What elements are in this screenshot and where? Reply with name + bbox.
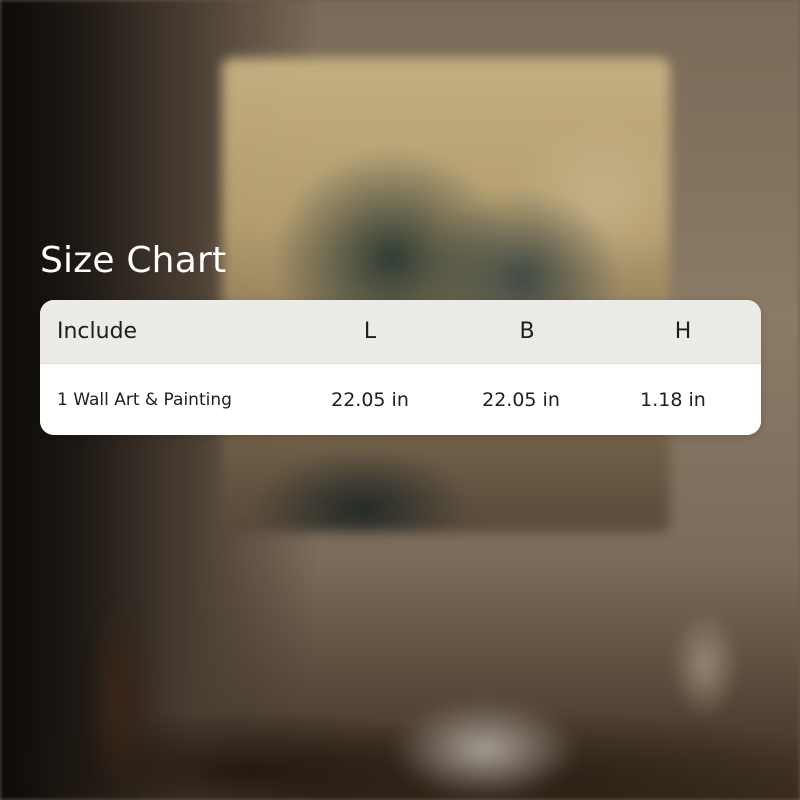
background-painting xyxy=(222,58,670,532)
size-chart-table: Include L B H 1 Wall Art & Painting 22.0… xyxy=(40,300,761,435)
table-row: 1 Wall Art & Painting 22.05 in 22.05 in … xyxy=(40,365,761,435)
table-header-row: Include L B H xyxy=(40,300,761,364)
header-height: H xyxy=(674,319,692,344)
background-lamp xyxy=(670,610,740,720)
header-length: L xyxy=(363,319,377,344)
cell-breadth: 22.05 in xyxy=(482,389,560,411)
background-vase xyxy=(90,600,150,800)
page-title: Size Chart xyxy=(40,240,227,281)
header-include: Include xyxy=(57,319,138,344)
background-flowers xyxy=(390,700,580,800)
cell-include: 1 Wall Art & Painting xyxy=(57,390,232,410)
cell-height: 1.18 in xyxy=(640,389,706,411)
cell-length: 22.05 in xyxy=(331,389,409,411)
header-breadth: B xyxy=(519,319,535,344)
